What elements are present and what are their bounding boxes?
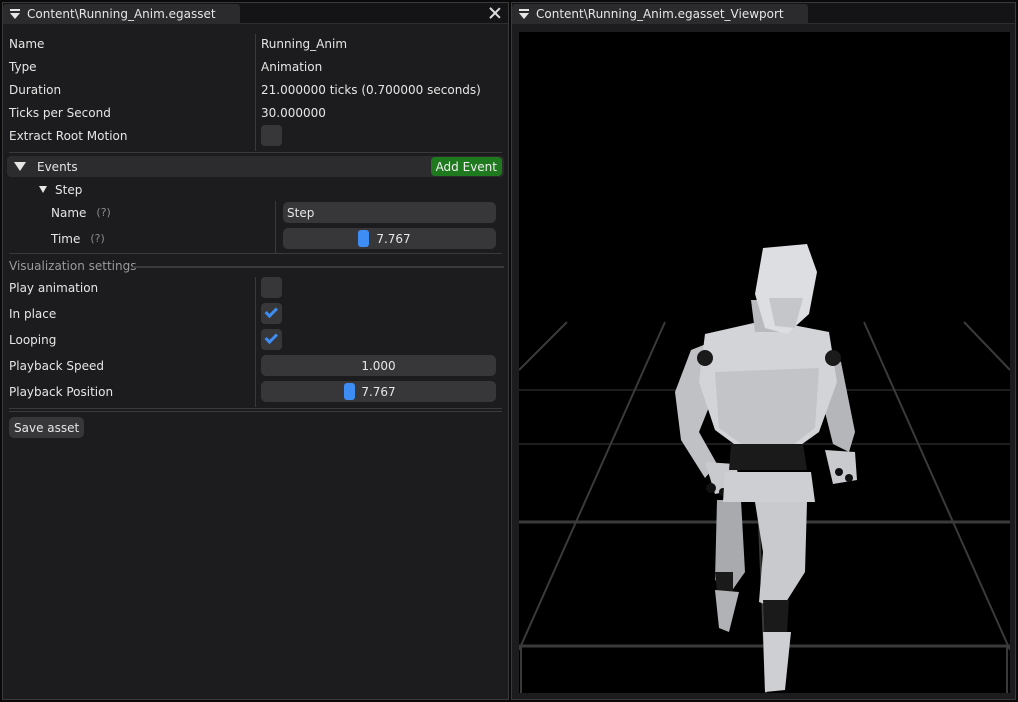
divider — [9, 253, 502, 254]
tab-title: Content\Running_Anim.egasset_Viewport — [536, 7, 784, 21]
setting-label: Play animation — [9, 280, 99, 295]
property-label: Extract Root Motion — [9, 128, 128, 143]
playback-speed-drag[interactable]: 1.000 — [261, 355, 496, 376]
extract-root-motion-checkbox[interactable] — [261, 125, 282, 146]
property-row-duration: Duration 21.000000 ticks (0.700000 secon… — [9, 78, 502, 101]
add-event-button[interactable]: Add Event — [430, 157, 502, 176]
window-titlebar: Content\Running_Anim.egasset_Viewport — [512, 3, 1015, 24]
tab-asset[interactable]: Content\Running_Anim.egasset — [3, 4, 240, 24]
property-row-ticks-per-second: Ticks per Second 30.000000 — [9, 101, 502, 124]
slider-value: 7.767 — [376, 231, 411, 246]
event-name-label: Name — [51, 205, 87, 220]
event-node-label: Step — [55, 182, 83, 197]
event-time-label: Time — [51, 231, 81, 246]
looping-checkbox[interactable] — [261, 329, 282, 350]
setting-row-looping: Looping — [9, 328, 502, 351]
property-label: Type — [9, 59, 37, 74]
viewport-window: Content\Running_Anim.egasset_Viewport — [511, 2, 1016, 700]
tree-arrow-icon — [39, 186, 47, 193]
play-animation-checkbox[interactable] — [261, 277, 282, 298]
checkmark-icon — [264, 330, 278, 345]
scene-render — [519, 244, 1010, 693]
tab-viewport[interactable]: Content\Running_Anim.egasset_Viewport — [512, 4, 808, 24]
in-place-checkbox[interactable] — [261, 303, 282, 324]
slider-grab-handle[interactable] — [344, 383, 355, 400]
property-row-name: Name Running_Anim — [9, 32, 502, 55]
collapse-arrow-icon — [7, 162, 33, 171]
playback-position-slider[interactable]: 7.767 — [261, 381, 496, 402]
tab-title: Content\Running_Anim.egasset — [27, 7, 216, 21]
property-value: Running_Anim — [261, 36, 348, 51]
visualization-settings-title: Visualization settings — [9, 259, 137, 273]
divider — [9, 152, 502, 153]
property-label: Ticks per Second — [9, 105, 111, 120]
slider-grab-handle[interactable] — [358, 230, 369, 247]
property-value: 30.000000 — [261, 105, 326, 120]
setting-label: Playback Position — [9, 384, 114, 399]
property-row-type: Type Animation — [9, 55, 502, 78]
event-time-slider[interactable]: 7.767 — [283, 228, 496, 249]
setting-row-play-animation: Play animation — [9, 276, 502, 299]
window-menu-icon[interactable] — [3, 4, 27, 24]
3d-viewport[interactable] — [519, 32, 1010, 693]
setting-row-in-place: In place — [9, 302, 502, 325]
property-label: Name — [9, 36, 45, 51]
setting-label: Looping — [9, 332, 57, 347]
asset-properties-window: Content\Running_Anim.egasset Name Runnin… — [2, 2, 509, 700]
window-titlebar: Content\Running_Anim.egasset — [3, 3, 508, 24]
divider — [9, 408, 502, 409]
divider — [9, 411, 502, 412]
events-collapsing-header[interactable]: Events Add Event — [7, 156, 504, 177]
property-value: 21.000000 ticks (0.700000 seconds) — [261, 82, 481, 97]
setting-label: Playback Speed — [9, 358, 104, 373]
help-marker[interactable]: (?) — [96, 206, 110, 219]
property-row-extract-root-motion: Extract Root Motion — [9, 124, 502, 147]
property-label: Duration — [9, 82, 62, 97]
events-header-label: Events — [37, 159, 78, 174]
drag-value: 1.000 — [361, 358, 396, 373]
checkmark-icon — [264, 304, 278, 319]
setting-label: In place — [9, 306, 57, 321]
slider-value: 7.767 — [361, 384, 396, 399]
property-value: Animation — [261, 59, 323, 74]
event-name-input[interactable]: Step — [283, 202, 496, 223]
window-menu-icon[interactable] — [512, 4, 536, 24]
section-separator — [133, 266, 504, 268]
close-icon[interactable] — [488, 6, 502, 20]
event-tree-node-step[interactable]: Step — [39, 178, 502, 201]
mannequin-character — [675, 244, 857, 692]
help-marker[interactable]: (?) — [90, 232, 104, 245]
save-asset-button[interactable]: Save asset — [9, 417, 85, 438]
